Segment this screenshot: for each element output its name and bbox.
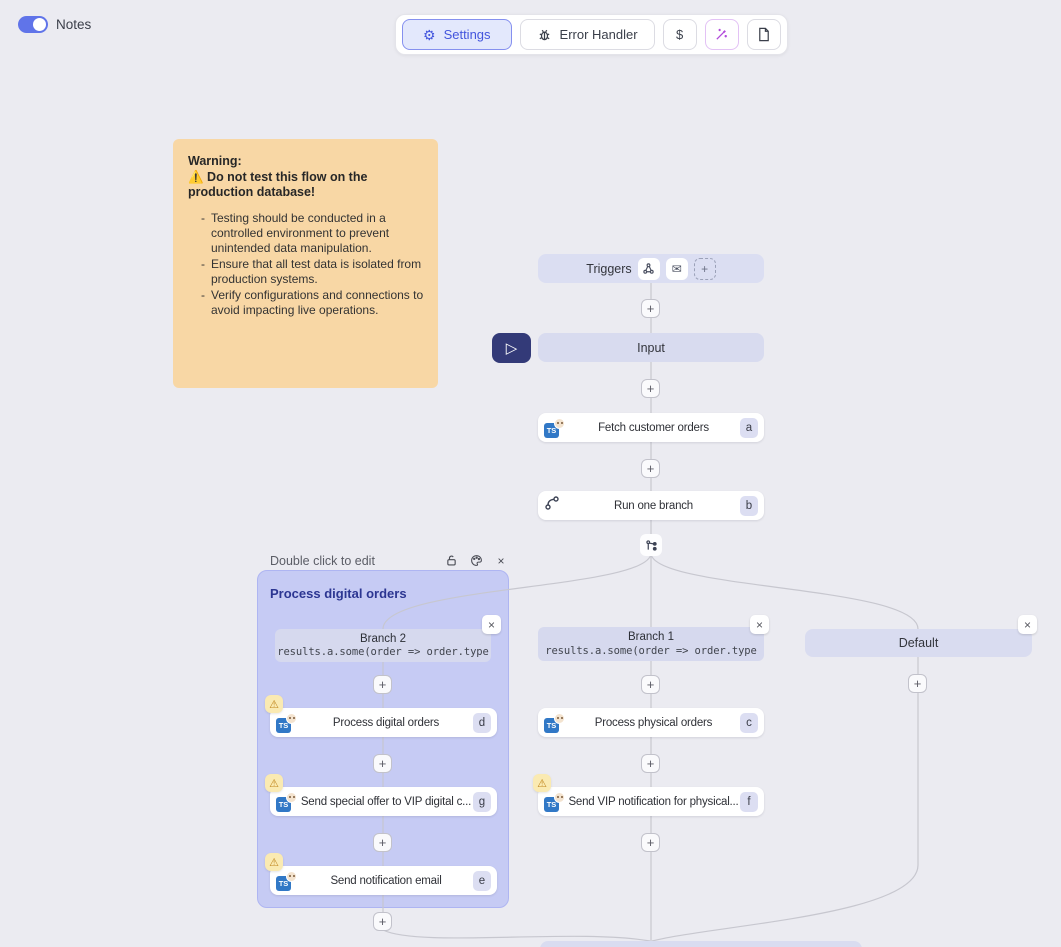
typescript-icon: TS <box>276 871 297 891</box>
triggers-label: Triggers <box>586 262 631 276</box>
branch-icon <box>544 495 565 516</box>
branch-split-icon <box>640 534 662 556</box>
play-icon: ▷ <box>506 339 518 357</box>
branch1-condition-node[interactable]: Branch 1 results.a.some(order => order.t… <box>538 627 764 661</box>
add-step-button[interactable]: + <box>641 299 660 318</box>
runtime-badge-icon <box>286 871 297 882</box>
group-title: Process digital orders <box>270 586 407 601</box>
add-step-button[interactable]: + <box>373 675 392 694</box>
node-run-one-branch[interactable]: Run one branch b <box>538 491 764 520</box>
step-key-badge: g <box>473 792 491 812</box>
add-step-button[interactable]: + <box>641 459 660 478</box>
add-step-button[interactable]: + <box>373 912 392 931</box>
note-bullet: -Ensure that all test data is isolated f… <box>201 257 424 287</box>
add-step-button[interactable]: + <box>641 379 660 398</box>
add-trigger-button[interactable]: + <box>694 258 716 280</box>
typescript-icon: TS <box>544 713 565 733</box>
runtime-badge-icon <box>554 792 565 803</box>
warning-icon: ⚠ <box>265 695 283 713</box>
add-step-button[interactable]: + <box>641 675 660 694</box>
runtime-badge-icon <box>286 713 297 724</box>
toggle-knob <box>33 18 46 31</box>
notes-toggle-label: Notes <box>56 17 91 32</box>
typescript-icon: TS <box>544 792 565 812</box>
add-step-button[interactable]: + <box>373 833 392 852</box>
settings-button[interactable]: ⚙ Settings <box>402 19 512 50</box>
node-process-physical-orders[interactable]: TS Process physical orders c <box>538 708 764 737</box>
error-handler-button[interactable]: Error Handler <box>520 19 655 50</box>
group-header: Double click to edit × <box>270 552 509 569</box>
note-bullet: -Testing should be conducted in a contro… <box>201 211 424 256</box>
envelope-icon: ✉ <box>672 262 682 276</box>
step-key-badge: c <box>740 713 758 733</box>
node-send-notification-email[interactable]: ⚠ TS Send notification email e <box>270 866 497 895</box>
default-branch-node[interactable]: Default <box>805 629 1032 657</box>
runtime-badge-icon <box>554 713 565 724</box>
add-step-button[interactable]: + <box>908 674 927 693</box>
document-button[interactable] <box>747 19 781 50</box>
email-trigger-button[interactable]: ✉ <box>666 258 688 280</box>
group-close-icon[interactable]: × <box>493 553 509 569</box>
flow-edges <box>0 0 1061 947</box>
magic-wand-button[interactable] <box>705 19 739 50</box>
node-send-special-offer[interactable]: ⚠ TS Send special offer to VIP digital c… <box>270 787 497 816</box>
delete-default-branch-button[interactable]: × <box>1018 615 1037 634</box>
step-key-badge: a <box>740 418 758 438</box>
branch2-condition-node[interactable]: Branch 2 results.a.some(order => order.t… <box>275 629 491 662</box>
warning-icon: ⚠ <box>265 774 283 792</box>
gear-icon: ⚙ <box>423 28 436 42</box>
error-handler-label: Error Handler <box>560 27 638 42</box>
dollar-label: $ <box>676 27 683 42</box>
note-title: Warning: <box>188 154 424 170</box>
step-key-badge: f <box>740 792 758 812</box>
plus-icon: + <box>701 262 708 276</box>
document-icon <box>757 27 771 42</box>
notes-toggle[interactable] <box>18 16 48 33</box>
triggers-bar[interactable]: Triggers ✉ + <box>538 254 764 283</box>
dollar-button[interactable]: $ <box>663 19 697 50</box>
note-bullet-list: -Testing should be conducted in a contro… <box>201 211 424 318</box>
delete-branch2-button[interactable]: × <box>482 615 501 634</box>
typescript-icon: TS <box>276 713 297 733</box>
typescript-icon: TS <box>544 418 565 438</box>
step-key-badge: e <box>473 871 491 891</box>
group-edit-hint: Double click to edit <box>270 554 434 568</box>
node-fetch-customer-orders[interactable]: TS Fetch customer orders a <box>538 413 764 442</box>
flow-canvas[interactable]: Notes ⚙ Settings Error Handler $ <box>0 0 1061 947</box>
step-key-badge: b <box>740 496 758 516</box>
delete-branch1-button[interactable]: × <box>750 615 769 634</box>
input-label: Input <box>637 341 665 355</box>
step-key-badge: d <box>473 713 491 733</box>
note-bullet: -Verify configurations and connections t… <box>201 288 424 318</box>
node-send-vip-notification[interactable]: ⚠ TS Send VIP notification for physical.… <box>538 787 764 816</box>
warning-icon: ⚠ <box>533 774 551 792</box>
input-node[interactable]: Input <box>538 333 764 362</box>
runtime-badge-icon <box>554 418 565 429</box>
settings-label: Settings <box>444 27 491 42</box>
webhook-trigger-button[interactable] <box>638 258 660 280</box>
node-process-digital-orders[interactable]: ⚠ TS Process digital orders d <box>270 708 497 737</box>
warning-note[interactable]: Warning: ⚠️ Do not test this flow on the… <box>173 139 438 388</box>
lock-icon[interactable] <box>443 553 459 569</box>
magic-wand-icon <box>714 27 729 42</box>
palette-icon[interactable] <box>468 553 484 569</box>
add-step-button[interactable]: + <box>373 754 392 773</box>
add-step-button[interactable]: + <box>641 754 660 773</box>
note-subtitle: ⚠️ Do not test this flow on the producti… <box>188 170 424 201</box>
typescript-icon: TS <box>276 792 297 812</box>
bug-icon <box>537 27 552 42</box>
merge-node[interactable] <box>540 941 862 947</box>
warning-icon: ⚠ <box>265 853 283 871</box>
run-flow-button[interactable]: ▷ <box>492 333 531 363</box>
add-step-button[interactable]: + <box>641 833 660 852</box>
top-toolbar: ⚙ Settings Error Handler $ <box>395 14 788 55</box>
runtime-badge-icon <box>286 792 297 803</box>
